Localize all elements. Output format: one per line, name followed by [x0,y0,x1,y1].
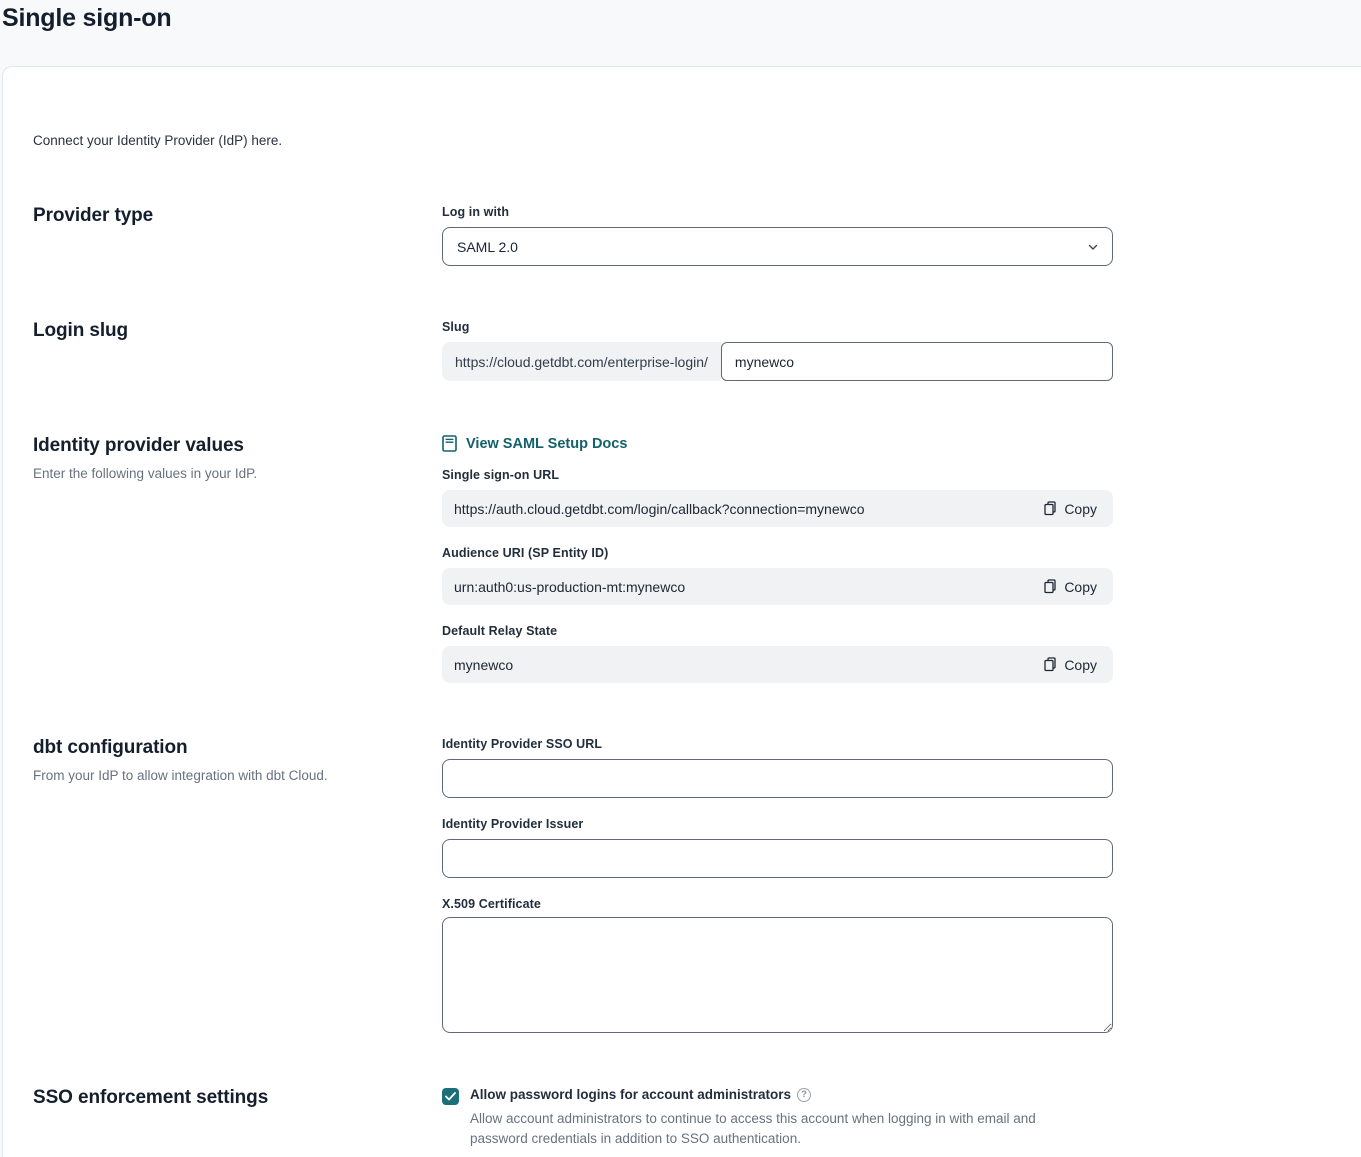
login-with-select[interactable]: SAML 2.0 [442,227,1113,266]
copy-button-label: Copy [1064,657,1097,673]
page-header: Single sign-on [0,0,1361,66]
section-dbt-configuration-left: dbt configuration From your IdP to allow… [33,737,442,783]
section-idp-values-right: View SAML Setup Docs Single sign-on URL … [442,435,1113,683]
settings-card: Connect your Identity Provider (IdP) her… [2,66,1361,1157]
idp-sso-url-label: Identity Provider SSO URL [442,737,1113,751]
idp-values-heading: Identity provider values [33,435,442,457]
section-sso-enforcement-left: SSO enforcement settings [33,1087,442,1109]
idp-values-subtitle: Enter the following values in your IdP. [33,466,442,481]
copy-icon [1044,657,1057,672]
saml-setup-docs-link[interactable]: View SAML Setup Docs [442,435,627,452]
provider-type-heading: Provider type [33,205,442,227]
section-provider-type: Provider type Log in with SAML 2.0 [33,205,1361,266]
dbt-configuration-subtitle: From your IdP to allow integration with … [33,768,442,783]
intro-text: Connect your Identity Provider (IdP) her… [33,133,1361,148]
page-title: Single sign-on [2,4,1361,33]
copy-icon [1044,501,1057,516]
slug-field: https://cloud.getdbt.com/enterprise-logi… [442,342,1113,381]
section-idp-values: Identity provider values Enter the follo… [33,435,1361,683]
section-dbt-configuration: dbt configuration From your IdP to allow… [33,737,1361,1033]
password-logins-description: Allow account administrators to continue… [470,1109,1092,1149]
sso-url-label: Single sign-on URL [442,468,1113,482]
section-dbt-configuration-right: Identity Provider SSO URL Identity Provi… [442,737,1113,1033]
section-idp-values-left: Identity provider values Enter the follo… [33,435,442,481]
relay-state-value: mynewco [454,657,513,673]
idp-sso-url-field: Identity Provider SSO URL [442,737,1113,798]
audience-uri-copy-button[interactable]: Copy [1040,577,1101,597]
login-slug-heading: Login slug [33,320,442,342]
sso-enforcement-heading: SSO enforcement settings [33,1087,442,1109]
x509-certificate-textarea[interactable] [442,917,1113,1033]
idp-issuer-input[interactable] [442,839,1113,878]
sso-url-field: Single sign-on URL https://auth.cloud.ge… [442,468,1113,527]
copy-icon [1044,579,1057,594]
relay-state-field: Default Relay State mynewco Copy [442,624,1113,683]
section-provider-type-left: Provider type [33,205,442,227]
audience-uri-value: urn:auth0:us-production-mt:mynewco [454,579,685,595]
relay-state-copy-button[interactable]: Copy [1040,655,1101,675]
password-logins-checkbox[interactable] [442,1088,459,1105]
password-logins-checkbox-row: Allow password logins for account admini… [442,1087,1113,1149]
section-provider-type-right: Log in with SAML 2.0 [442,205,1113,266]
relay-state-label: Default Relay State [442,624,1113,638]
section-sso-enforcement: SSO enforcement settings Allow password … [33,1087,1361,1149]
section-sso-enforcement-right: Allow password logins for account admini… [442,1087,1113,1149]
section-login-slug-left: Login slug [33,320,442,342]
audience-uri-row: urn:auth0:us-production-mt:mynewco Copy [442,568,1113,605]
login-with-selected-value: SAML 2.0 [457,239,518,255]
login-with-label: Log in with [442,205,1113,219]
password-logins-label: Allow password logins for account admini… [470,1087,791,1102]
section-login-slug-right: Slug https://cloud.getdbt.com/enterprise… [442,320,1113,381]
idp-issuer-label: Identity Provider Issuer [442,817,1113,831]
x509-certificate-field: X.509 Certificate [442,897,1113,1033]
x509-certificate-label: X.509 Certificate [442,897,1113,911]
section-login-slug: Login slug Slug https://cloud.getdbt.com… [33,320,1361,381]
copy-button-label: Copy [1064,579,1097,595]
sso-url-row: https://auth.cloud.getdbt.com/login/call… [442,490,1113,527]
chevron-down-icon [1087,241,1099,253]
help-icon[interactable]: ? [797,1088,811,1102]
sso-url-copy-button[interactable]: Copy [1040,499,1101,519]
document-icon [442,435,457,452]
relay-state-row: mynewco Copy [442,646,1113,683]
idp-sso-url-input[interactable] [442,759,1113,798]
sso-url-value: https://auth.cloud.getdbt.com/login/call… [454,501,865,517]
slug-input[interactable] [721,342,1113,381]
audience-uri-label: Audience URI (SP Entity ID) [442,546,1113,560]
slug-url-prefix: https://cloud.getdbt.com/enterprise-logi… [442,342,721,381]
copy-button-label: Copy [1064,501,1097,517]
dbt-configuration-heading: dbt configuration [33,737,442,759]
audience-uri-field: Audience URI (SP Entity ID) urn:auth0:us… [442,546,1113,605]
checkmark-icon [445,1092,456,1101]
idp-issuer-field: Identity Provider Issuer [442,817,1113,878]
saml-setup-docs-link-label: View SAML Setup Docs [466,436,627,452]
password-logins-label-wrap: Allow password logins for account admini… [470,1087,1113,1149]
slug-label: Slug [442,320,1113,334]
